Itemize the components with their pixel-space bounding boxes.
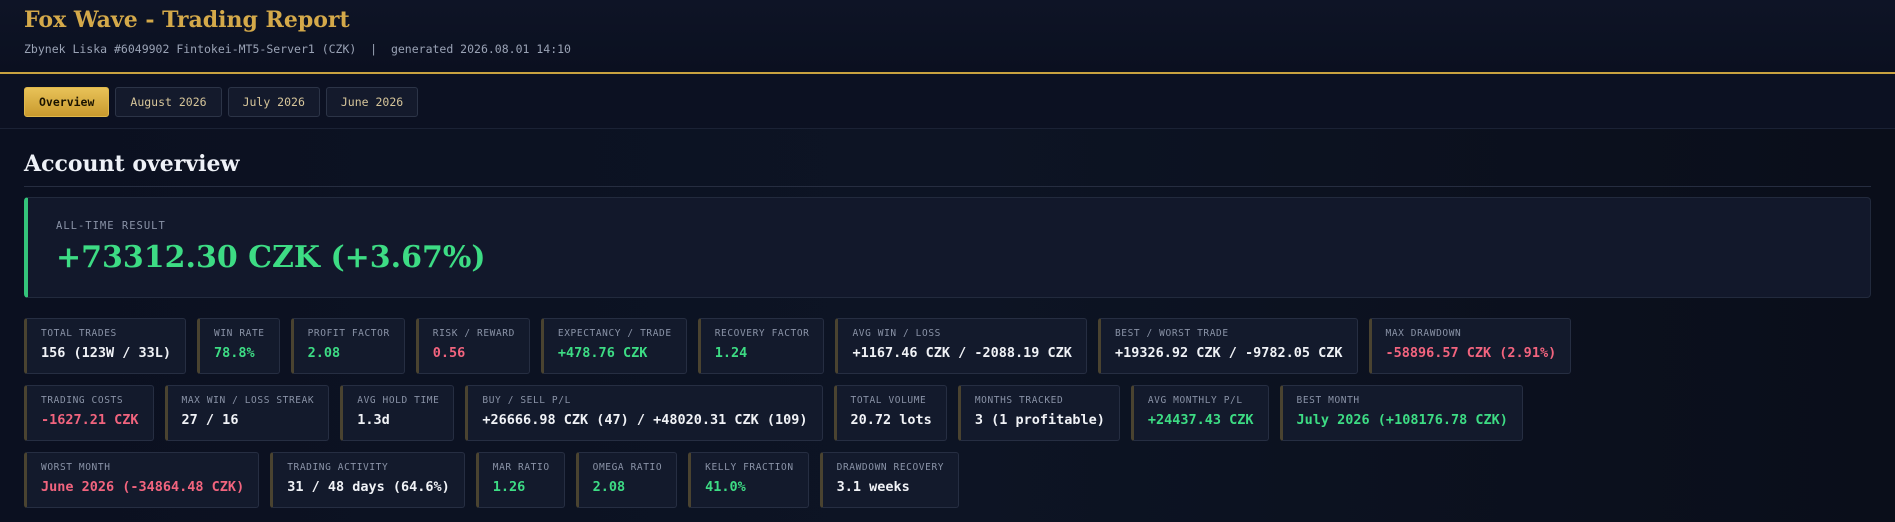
stat-card: MONTHS TRACKED 3 (1 profitable) — [957, 385, 1120, 441]
stat-label: WORST MONTH — [41, 462, 111, 473]
stat-card: AVG HOLD TIME 1.3d — [340, 385, 455, 441]
main-content: Account overview ALL-TIME RESULT +73312.… — [0, 129, 1895, 522]
stat-value: 1.26 — [492, 479, 526, 495]
stat-row-3: WORST MONTH June 2026 (-34864.48 CZK) TRAD… — [24, 452, 1871, 508]
stat-label: BEST / WORST TRADE — [1114, 328, 1229, 339]
report-subtitle: Zbynek Liska #6049902 Fintokei-MT5-Serve… — [24, 42, 571, 56]
stat-value: +24437.43 CZK — [1147, 412, 1254, 428]
stat-card: AVG WIN / LOSS +1167.46 CZK / -2088.19 CZ… — [835, 318, 1087, 374]
stat-value: 78.8% — [214, 345, 255, 361]
stat-label: AVG HOLD TIME — [357, 395, 440, 406]
stat-card: DRAWDOWN RECOVERY 3.1 weeks — [819, 452, 960, 508]
stat-value: 1.24 — [714, 345, 748, 361]
tab-june-2026[interactable]: June 2026 — [325, 87, 419, 117]
stat-value: 20.72 lots — [850, 412, 932, 428]
stat-value: 3 (1 profitable) — [974, 412, 1105, 428]
tab-overview[interactable]: Overview — [24, 87, 110, 117]
stat-card: TOTAL VOLUME 20.72 lots — [833, 385, 947, 441]
stat-label: AVG MONTHLY P/L — [1147, 395, 1243, 406]
stat-label: AVG WIN / LOSS — [852, 328, 941, 339]
stat-row-2: TRADING COSTS -1627.21 CZK MAX WIN / LOSS … — [24, 385, 1871, 441]
stat-label: RISK / REWARD — [432, 328, 515, 339]
stat-value: +478.76 CZK — [557, 345, 648, 361]
hero-label: ALL-TIME RESULT — [56, 220, 166, 232]
stat-label: MAX WIN / LOSS STREAK — [181, 395, 315, 406]
stat-card: BEST / WORST TRADE +19326.92 CZK / -9782.… — [1097, 318, 1358, 374]
stat-label: TOTAL TRADES — [41, 328, 117, 339]
stat-card: EXPECTANCY / TRADE +478.76 CZK — [540, 318, 687, 374]
stat-label: MONTHS TRACKED — [974, 395, 1064, 406]
stat-label: WIN RATE — [214, 328, 265, 339]
stat-value: 156 (123W / 33L) — [41, 345, 172, 361]
stat-value: 2.08 — [592, 479, 626, 495]
stat-label: BUY / SELL P/L — [482, 395, 571, 406]
stat-card: AVG MONTHLY P/L +24437.43 CZK — [1130, 385, 1269, 441]
stat-label: TRADING COSTS — [41, 395, 124, 406]
stat-label: EXPECTANCY / TRADE — [557, 328, 672, 339]
stat-value: 31 / 48 days (64.6%) — [287, 479, 450, 495]
stat-label: TRADING ACTIVITY — [287, 462, 389, 473]
stat-card: MAX WIN / LOSS STREAK 27 / 16 — [164, 385, 330, 441]
stat-value: 3.1 weeks — [836, 479, 910, 495]
stat-card: WIN RATE 78.8% — [197, 318, 280, 374]
report-title: Fox Wave - Trading Report — [24, 7, 350, 33]
stat-card: RISK / REWARD 0.56 — [415, 318, 530, 374]
stat-value: 0.56 — [432, 345, 466, 361]
stat-label: KELLY FRACTION — [705, 462, 794, 473]
stat-card: TRADING ACTIVITY 31 / 48 days (64.6%) — [270, 452, 465, 508]
report-header: Fox Wave - Trading Report Zbynek Liska #… — [0, 0, 1895, 74]
stat-value: +26666.98 CZK (47) / +48020.31 CZK (109) — [482, 412, 808, 428]
stat-card: MAX DRAWDOWN -58896.57 CZK (2.91%) — [1368, 318, 1572, 374]
stat-value: +19326.92 CZK / -9782.05 CZK — [1114, 345, 1343, 361]
stat-value: 1.3d — [357, 412, 390, 428]
stat-card: TOTAL TRADES 156 (123W / 33L) — [24, 318, 187, 374]
stat-value: June 2026 (-34864.48 CZK) — [41, 479, 245, 495]
stat-card: PROFIT FACTOR 2.08 — [290, 318, 405, 374]
stat-label: MAR RATIO — [492, 462, 550, 473]
section-title: Account overview — [24, 129, 1871, 187]
stat-label: PROFIT FACTOR — [307, 328, 390, 339]
tab-august-2026[interactable]: August 2026 — [115, 87, 222, 117]
stat-value: July 2026 (+108176.78 CZK) — [1296, 412, 1508, 428]
stat-row-1: TOTAL TRADES 156 (123W / 33L) WIN RATE 78.8… — [24, 318, 1871, 374]
tab-july-2026[interactable]: July 2026 — [227, 87, 320, 117]
stat-card: BEST MONTH July 2026 (+108176.78 CZK) — [1279, 385, 1523, 441]
stat-card: RECOVERY FACTOR 1.24 — [697, 318, 825, 374]
stat-card: OMEGA RATIO 2.08 — [575, 452, 678, 508]
stat-label: MAX DRAWDOWN — [1385, 328, 1462, 339]
stat-label: RECOVERY FACTOR — [714, 328, 810, 339]
stat-label: BEST MONTH — [1296, 395, 1360, 406]
stat-card: TRADING COSTS -1627.21 CZK — [24, 385, 154, 441]
all-time-result-card: ALL-TIME RESULT +73312.30 CZK (+3.67%) — [24, 197, 1871, 298]
hero-value: +73312.30 CZK (+3.67%) — [56, 240, 486, 275]
stat-card: WORST MONTH June 2026 (-34864.48 CZK) — [24, 452, 260, 508]
stat-value: 2.08 — [307, 345, 341, 361]
stat-value: 41.0% — [705, 479, 746, 495]
stat-card: KELLY FRACTION 41.0% — [688, 452, 809, 508]
stat-value: +1167.46 CZK / -2088.19 CZK — [852, 345, 1072, 361]
tab-bar: Overview August 2026 July 2026 June 2026 — [0, 74, 1895, 129]
stat-label: TOTAL VOLUME — [850, 395, 927, 406]
stat-label: OMEGA RATIO — [592, 462, 663, 473]
stat-label: DRAWDOWN RECOVERY — [836, 462, 945, 473]
stat-card: BUY / SELL P/L +26666.98 CZK (47) / +4802… — [465, 385, 823, 441]
stat-value: -58896.57 CZK (2.91%) — [1385, 345, 1557, 361]
stat-card: MAR RATIO 1.26 — [475, 452, 565, 508]
stat-value: -1627.21 CZK — [41, 412, 139, 428]
stat-value: 27 / 16 — [181, 412, 239, 428]
